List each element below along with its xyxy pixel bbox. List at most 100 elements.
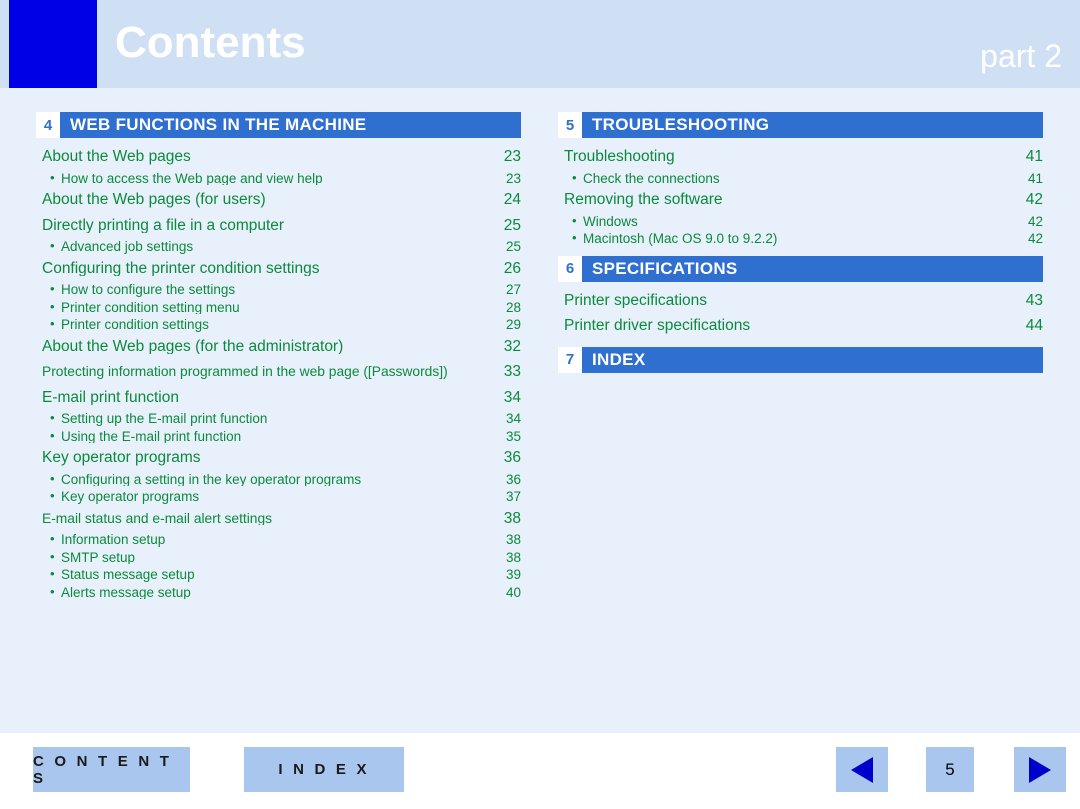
header-accent-block xyxy=(9,0,97,88)
section-entry-list: Troubleshooting 41 Check the connections 41… xyxy=(558,144,1043,248)
toc-entry[interactable]: Printer condition setting menu 28 xyxy=(36,299,521,317)
toc-entry-page: 42 xyxy=(1025,191,1043,208)
toc-entry-label: Key operator programs xyxy=(42,450,201,466)
next-page-button[interactable] xyxy=(1014,747,1066,792)
toc-entry[interactable]: Setting up the E-mail print function 34 xyxy=(36,410,521,428)
toc-entry-page: 42 xyxy=(1027,231,1043,246)
index-button[interactable]: I N D E X xyxy=(244,747,404,792)
toc-entry[interactable]: Advanced job settings 25 xyxy=(36,238,521,256)
toc-entry-page: 34 xyxy=(503,388,521,406)
toc-entry-label: Printer specifications xyxy=(564,292,708,308)
toc-entry-label: About the Web pages (for users) xyxy=(42,192,266,208)
toc-entry-label: Advanced job settings xyxy=(50,240,491,254)
section-number: 7 xyxy=(558,346,582,373)
toc-entry-page: 44 xyxy=(1025,317,1043,334)
section-number: 4 xyxy=(36,112,60,138)
toc-entry-label: Check the connections xyxy=(572,172,1013,186)
toc-entry-label: Protecting information programmed in the… xyxy=(42,365,448,379)
toc-entry-page: 42 xyxy=(1027,213,1043,229)
toc-entry[interactable]: Check the connections 41 xyxy=(558,170,1043,188)
toc-entry-label: Printer condition setting menu xyxy=(50,301,491,315)
toc-entry[interactable]: About the Web pages (for the administrat… xyxy=(36,334,521,360)
toc-entry-label: Using the E-mail print function xyxy=(50,430,491,444)
toc-entry-page: 25 xyxy=(505,239,521,254)
contents-section: 6 SPECIFICATIONS Printer specifications 43 P… xyxy=(558,255,1043,339)
toc-entry[interactable]: Protecting information programmed in the… xyxy=(36,359,521,385)
toc-entry-label: E-mail status and e-mail alert settings xyxy=(42,511,273,526)
toc-entry[interactable]: Printer driver specifications 44 xyxy=(558,313,1043,339)
section-title: TROUBLESHOOTING xyxy=(592,115,770,134)
toc-entry-page: 28 xyxy=(505,299,521,315)
part-label: part 2 xyxy=(980,38,1062,74)
toc-entry[interactable]: About the Web pages (for users) 24 xyxy=(36,187,521,213)
contents-section: 5TROUBLESHOOTINGTroubleshooting41Check t… xyxy=(558,112,1043,248)
toc-entry[interactable]: Information setup 38 xyxy=(36,531,521,549)
toc-entry-page: 35 xyxy=(505,428,521,444)
toc-entry-page: 23 xyxy=(505,170,521,186)
section-entry-list: About the Web pages23How to access the W… xyxy=(36,144,521,601)
toc-entry-label: Printer driver specifications xyxy=(564,318,751,334)
toc-entry-label: Windows xyxy=(572,215,1013,229)
previous-page-button[interactable] xyxy=(836,747,888,792)
toc-entry[interactable]: Printer specifications 43 xyxy=(558,288,1043,314)
section-header[interactable]: 7 INDEX xyxy=(558,346,1043,373)
toc-entry-page: 24 xyxy=(503,191,521,208)
toc-entry-page: 27 xyxy=(505,282,521,297)
toc-entry[interactable]: Macintosh (Mac OS 9.0 to 9.2.2) 42 xyxy=(558,230,1043,248)
toc-entry[interactable]: About the Web pages 23 xyxy=(36,144,521,170)
toc-entry-label: How to access the Web page and view help xyxy=(50,172,491,186)
section-title: SPECIFICATIONS xyxy=(592,258,738,278)
toc-entry-page: 26 xyxy=(503,259,521,277)
section-header[interactable]: 4 WEB FUNCTIONS IN THE MACHINE xyxy=(36,112,521,138)
toc-entry[interactable]: E-mail print function 34 xyxy=(36,385,521,411)
toc-entry-label: Troubleshooting xyxy=(564,149,675,165)
toc-entry-page: 32 xyxy=(503,337,521,355)
toc-entry-label: About the Web pages xyxy=(42,149,191,165)
toc-entry-label: Setting up the E-mail print function xyxy=(50,412,491,426)
toc-entry-page: 25 xyxy=(503,216,521,234)
toc-entry[interactable]: Using the E-mail print function 35 xyxy=(36,428,521,446)
section-header[interactable]: 6 SPECIFICATIONS xyxy=(558,255,1043,282)
toc-entry-label: Printer condition settings xyxy=(50,318,491,332)
toc-entry-page: 36 xyxy=(505,471,521,487)
section-header[interactable]: 5 TROUBLESHOOTING xyxy=(558,112,1043,138)
section-title: INDEX xyxy=(592,349,646,369)
toc-entry[interactable]: How to access the Web page and view help… xyxy=(36,170,521,188)
toc-entry-page: 34 xyxy=(505,411,521,426)
toc-entry[interactable]: How to configure the settings 27 xyxy=(36,281,521,299)
toc-entry-label: Information setup xyxy=(50,533,491,547)
triangle-left-icon xyxy=(851,756,873,783)
toc-entry[interactable]: Status message setup 39 xyxy=(36,566,521,584)
toc-entry[interactable]: Configuring the printer condition settin… xyxy=(36,256,521,282)
toc-entry[interactable]: Alerts message setup 40 xyxy=(36,584,521,602)
toc-entry-page: 43 xyxy=(1025,291,1043,309)
toc-entry-label: E-mail print function xyxy=(42,389,179,405)
toc-entry[interactable]: Removing the software 42 xyxy=(558,187,1043,213)
toc-entry-label: How to configure the settings xyxy=(50,283,491,297)
toc-entry-label: Removing the software xyxy=(564,192,723,208)
toc-entry-page: 38 xyxy=(505,532,521,547)
page-number: 5 xyxy=(926,747,974,792)
toc-entry[interactable]: Troubleshooting 41 xyxy=(558,144,1043,170)
toc-entry[interactable]: Windows 42 xyxy=(558,213,1043,231)
toc-entry-label: Macintosh (Mac OS 9.0 to 9.2.2) xyxy=(572,232,1013,246)
toc-entry[interactable]: SMTP setup 38 xyxy=(36,549,521,567)
toc-entry-page: 41 xyxy=(1027,170,1043,186)
toc-entry[interactable]: Configuring a setting in the key operato… xyxy=(36,471,521,489)
toc-entry[interactable]: Key operator programs 36 xyxy=(36,445,521,471)
toc-entry-label: Alerts message setup xyxy=(50,586,491,600)
toc-entry[interactable]: E-mail status and e-mail alert settings 3… xyxy=(36,506,521,532)
toc-entry-page: 33 xyxy=(503,363,521,380)
toc-entry-page: 37 xyxy=(505,489,521,504)
toc-entry-label: SMTP setup xyxy=(50,551,491,565)
contents-button[interactable]: C O N T E N T S xyxy=(33,747,190,792)
page-header: Contents part 2 xyxy=(0,0,1080,88)
toc-entry[interactable]: Key operator programs 37 xyxy=(36,488,521,506)
toc-entry-label: Directly printing a file in a computer xyxy=(42,217,285,233)
toc-entry-page: 41 xyxy=(1025,148,1043,165)
toc-entry[interactable]: Directly printing a file in a computer 25 xyxy=(36,213,521,239)
toc-entry[interactable]: Printer condition settings 29 xyxy=(36,316,521,334)
toc-entry-page: 38 xyxy=(505,549,521,565)
contents-column-right: 5TROUBLESHOOTINGTroubleshooting41Check t… xyxy=(558,112,1043,379)
section-number: 6 xyxy=(558,255,582,282)
